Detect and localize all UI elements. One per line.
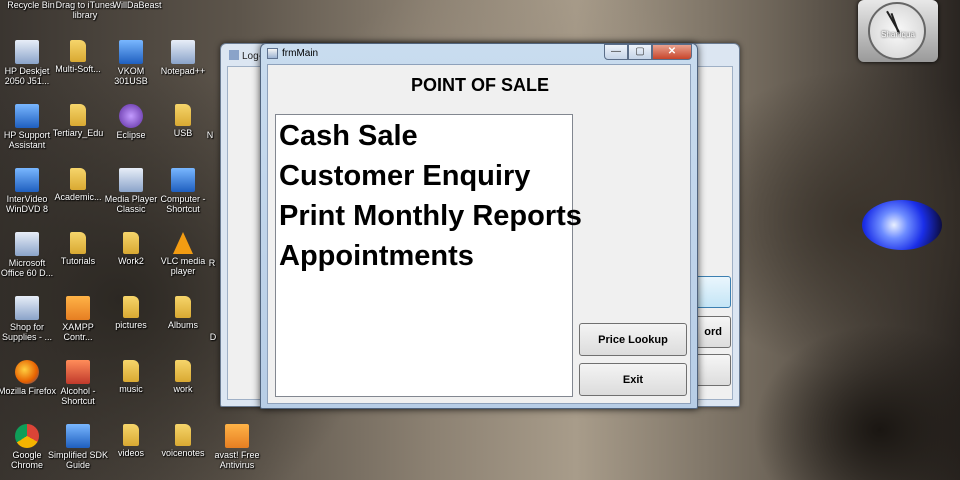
desktop-icon-albums[interactable]: Albums — [152, 296, 214, 330]
desktop-icon-label: Albums — [167, 320, 198, 330]
clock-gadget[interactable]: Shaniqua — [858, 0, 938, 62]
willdabeast-label[interactable]: WillDaBeast — [106, 0, 168, 10]
folder-icon — [70, 40, 86, 62]
folder-icon — [70, 232, 86, 254]
desktop-icon-label: InterVideo WinDVD 8 — [5, 194, 48, 214]
desktop-icon-label: voicenotes — [161, 448, 205, 458]
desktop-icon-label: videos — [117, 448, 144, 458]
avast-icon — [225, 424, 249, 448]
login-button-2-label: ord — [704, 326, 722, 338]
desktop-icon-computer[interactable]: Computer - Shortcut — [152, 168, 214, 214]
alcohol-icon — [66, 360, 90, 384]
app-icon — [119, 40, 143, 64]
desktop-icon-label: N — [206, 130, 214, 140]
list-item-print-monthly-reports[interactable]: Print Monthly Reports — [276, 196, 582, 236]
desktop-icon-label: Simplified SDK Guide — [47, 450, 109, 470]
close-button[interactable]: ✕ — [652, 44, 692, 60]
folder-icon — [123, 424, 139, 446]
desktop-icon-partial-d[interactable]: D — [206, 296, 220, 342]
folder-icon — [123, 232, 139, 254]
desktop-icon-label: Tertiary_Edu — [52, 128, 104, 138]
price-lookup-button[interactable]: Price Lookup — [579, 323, 687, 356]
window-app-icon — [229, 50, 239, 60]
desktop-icon-label: Computer - Shortcut — [160, 194, 206, 214]
desktop-icon-label: R — [208, 258, 216, 268]
desktop-icon-label: Notepad++ — [160, 66, 206, 76]
minimize-button[interactable]: — — [604, 44, 628, 60]
xampp-icon — [66, 296, 90, 320]
folder-icon — [70, 168, 86, 190]
clock-label: Shaniqua — [881, 30, 915, 39]
desktop-icon-label: D — [209, 332, 217, 342]
exit-button[interactable]: Exit — [579, 363, 687, 396]
menu-listbox[interactable]: Cash Sale Customer Enquiry Print Monthly… — [275, 114, 582, 397]
notepad-icon — [171, 40, 195, 64]
office-icon — [15, 232, 39, 256]
chrome-icon — [15, 424, 39, 448]
desktop-icon-label: Multi-Soft... — [55, 64, 101, 74]
desktop-icon-voicenotes[interactable]: voicenotes — [152, 424, 214, 458]
printer-icon — [15, 296, 39, 320]
desktop-icon-label: Eclipse — [116, 130, 146, 140]
desktop-icon-label: USB — [173, 128, 193, 138]
folder-icon — [123, 296, 139, 318]
willdabeast-text: WillDaBeast — [112, 0, 162, 10]
desktop-icon-label: VKOM 301USB — [114, 66, 148, 86]
desktop-icon-label: Academic... — [54, 192, 102, 202]
printer-icon — [15, 40, 39, 64]
folder-icon — [175, 424, 191, 446]
computer-icon — [171, 168, 195, 192]
window-title: frmMain — [282, 48, 319, 59]
desktop-icon-label: XAMPP Contr... — [62, 322, 94, 342]
eclipse-icon — [119, 104, 143, 128]
caption-buttons: — ▢ ✕ — [604, 44, 692, 60]
desktop-icon-partial-n[interactable]: N — [200, 104, 220, 140]
desktop-icon-label: HP Deskjet 2050 J51... — [4, 66, 50, 86]
desktop-icon-label: Media Player Classic — [104, 194, 158, 214]
maximize-button[interactable]: ▢ — [628, 44, 652, 60]
recycle-bin-label[interactable]: Recycle Bin — [0, 0, 62, 10]
login-window-title: Log- — [229, 50, 262, 62]
vlc-icon — [173, 232, 193, 254]
dvd-icon — [15, 168, 39, 192]
desktop-icon-label: Google Chrome — [10, 450, 43, 470]
list-item-customer-enquiry[interactable]: Customer Enquiry — [276, 156, 572, 196]
list-item-cash-sale[interactable]: Cash Sale — [276, 116, 572, 156]
folder-icon — [123, 360, 139, 382]
desktop-icon-label: Shop for Supplies - ... — [1, 322, 53, 342]
recycle-bin-text: Recycle Bin — [7, 0, 55, 10]
desktop-icon-label: Alcohol - Shortcut — [60, 386, 96, 406]
desktop-icon-label: work — [173, 384, 193, 394]
frmmain-client-area: POINT OF SALE Cash Sale Customer Enquiry… — [267, 64, 691, 404]
login-window-title-text: Log- — [242, 51, 263, 62]
desktop-icon-label: music — [119, 384, 143, 394]
desktop-icon-label: Microsoft Office 60 D... — [0, 258, 54, 278]
desktop-icon-work[interactable]: work — [152, 360, 214, 394]
frmmain-title-bar[interactable]: frmMain — [267, 48, 318, 59]
desktop-icon-partial-r[interactable]: R — [204, 232, 220, 268]
frmmain-window[interactable]: frmMain — ▢ ✕ POINT OF SALE Cash Sale Cu… — [260, 43, 698, 409]
firefox-icon — [15, 360, 39, 384]
desktop-icon-label: Work2 — [118, 256, 144, 266]
page-title: POINT OF SALE — [410, 75, 549, 95]
desktop-icon-label: avast! Free Antivirus — [214, 450, 260, 470]
media-player-icon — [119, 168, 143, 192]
desktop-icon-label: pictures — [115, 320, 147, 330]
folder-icon — [175, 104, 191, 126]
desktop-icon-avast[interactable]: avast! Free Antivirus — [206, 424, 268, 470]
window-app-icon — [267, 48, 278, 59]
desktop-icon-label: VLC media player — [160, 256, 206, 276]
app-icon — [15, 104, 39, 128]
folder-icon — [175, 360, 191, 382]
folder-icon — [175, 296, 191, 318]
wallpaper-eye — [862, 200, 942, 250]
desktop-icon-label: Tutorials — [60, 256, 96, 266]
list-item-appointments[interactable]: Appointments — [276, 236, 572, 276]
document-icon — [66, 424, 90, 448]
desktop-icon-label: HP Support Assistant — [3, 130, 51, 150]
folder-icon — [70, 104, 86, 126]
desktop-icon-notepadpp[interactable]: Notepad++ — [152, 40, 214, 76]
